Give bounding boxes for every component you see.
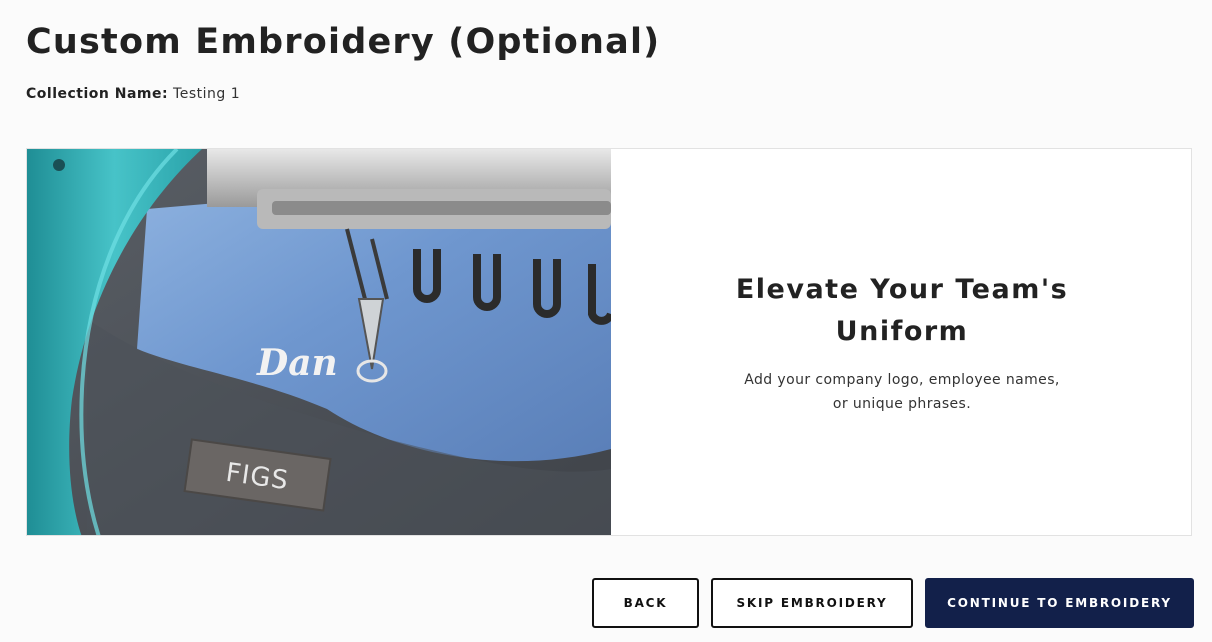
promo-description: Add your company logo, employee names, o…: [611, 368, 1191, 416]
back-button[interactable]: Back: [592, 578, 699, 628]
collection-name-label: Collection Name:: [26, 86, 169, 102]
promo-description-line: Add your company logo, employee names,: [744, 372, 1060, 388]
skip-embroidery-button[interactable]: Skip Embroidery: [711, 578, 913, 628]
promo-heading-line: Elevate Your Team's: [735, 274, 1069, 305]
promo-heading: Elevate Your Team's Uniform: [611, 269, 1191, 353]
page-title: Custom Embroidery (Optional): [26, 22, 661, 62]
promo-heading-line: Uniform: [835, 316, 969, 347]
embroidered-text: Dan: [256, 342, 338, 384]
embroidery-machine-image: Dan FIGS: [27, 149, 611, 535]
promo-description-line: or unique phrases.: [832, 396, 972, 412]
collection-name: Collection Name: Testing 1: [26, 86, 240, 102]
continue-to-embroidery-button[interactable]: Continue to Embroidery: [925, 578, 1194, 628]
promo-content: Elevate Your Team's Uniform Add your com…: [611, 149, 1191, 535]
collection-name-value: Testing 1: [173, 86, 241, 102]
embroidery-promo-card: Dan FIGS Elevate Your Team's Uniform Add…: [26, 148, 1192, 536]
